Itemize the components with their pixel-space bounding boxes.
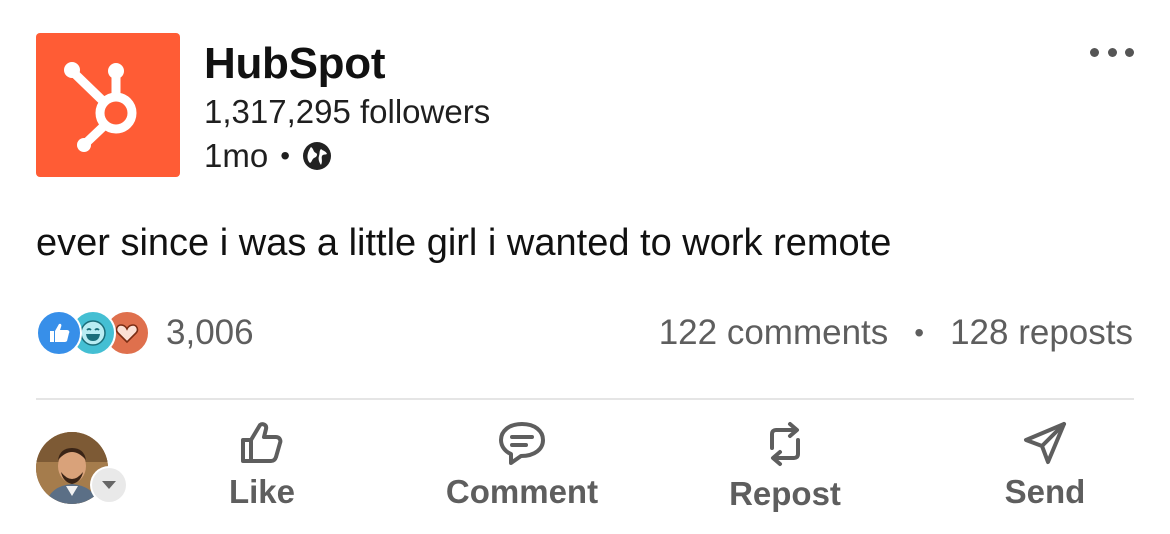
actor-switcher[interactable] xyxy=(36,432,132,508)
stats-separator: • xyxy=(914,317,925,348)
like-reaction-icon xyxy=(36,310,82,356)
comment-icon xyxy=(499,422,545,465)
reaction-count: 3,006 xyxy=(166,313,254,352)
repost-icon xyxy=(770,422,800,466)
company-logo[interactable] xyxy=(36,33,180,177)
post-meta: 1mo • xyxy=(204,136,332,176)
repost-label: Repost xyxy=(729,475,841,512)
thumbs-up-icon xyxy=(241,422,283,463)
more-options-icon[interactable] xyxy=(1090,40,1134,64)
divider xyxy=(36,398,1134,400)
like-button[interactable]: Like xyxy=(212,420,312,512)
chevron-down-icon xyxy=(90,466,128,504)
send-button[interactable]: Send xyxy=(980,420,1110,512)
meta-separator: • xyxy=(280,140,291,171)
comment-button[interactable]: Comment xyxy=(422,420,622,512)
hubspot-sprocket-icon xyxy=(64,62,137,152)
comment-label: Comment xyxy=(445,473,599,510)
reposts-count-link[interactable]: 128 reposts xyxy=(950,313,1133,353)
send-icon xyxy=(1024,422,1066,464)
like-label: Like xyxy=(228,473,296,510)
repost-button[interactable]: Repost xyxy=(705,420,865,514)
globe-icon xyxy=(303,142,332,170)
follower-count: 1,317,295 followers xyxy=(204,93,491,130)
feed-post: HubSpot 1,317,295 followers 1mo • ever s… xyxy=(0,0,1170,534)
post-time: 1mo xyxy=(204,137,269,174)
engagement-stats: 122 comments • 128 reposts xyxy=(659,310,1133,356)
author-name[interactable]: HubSpot xyxy=(204,38,385,90)
reactions-summary[interactable]: 3,006 xyxy=(36,310,254,356)
send-label: Send xyxy=(1004,473,1086,510)
post-text: ever since i was a little girl i wanted … xyxy=(36,222,892,264)
comments-count-link[interactable]: 122 comments xyxy=(659,313,889,353)
